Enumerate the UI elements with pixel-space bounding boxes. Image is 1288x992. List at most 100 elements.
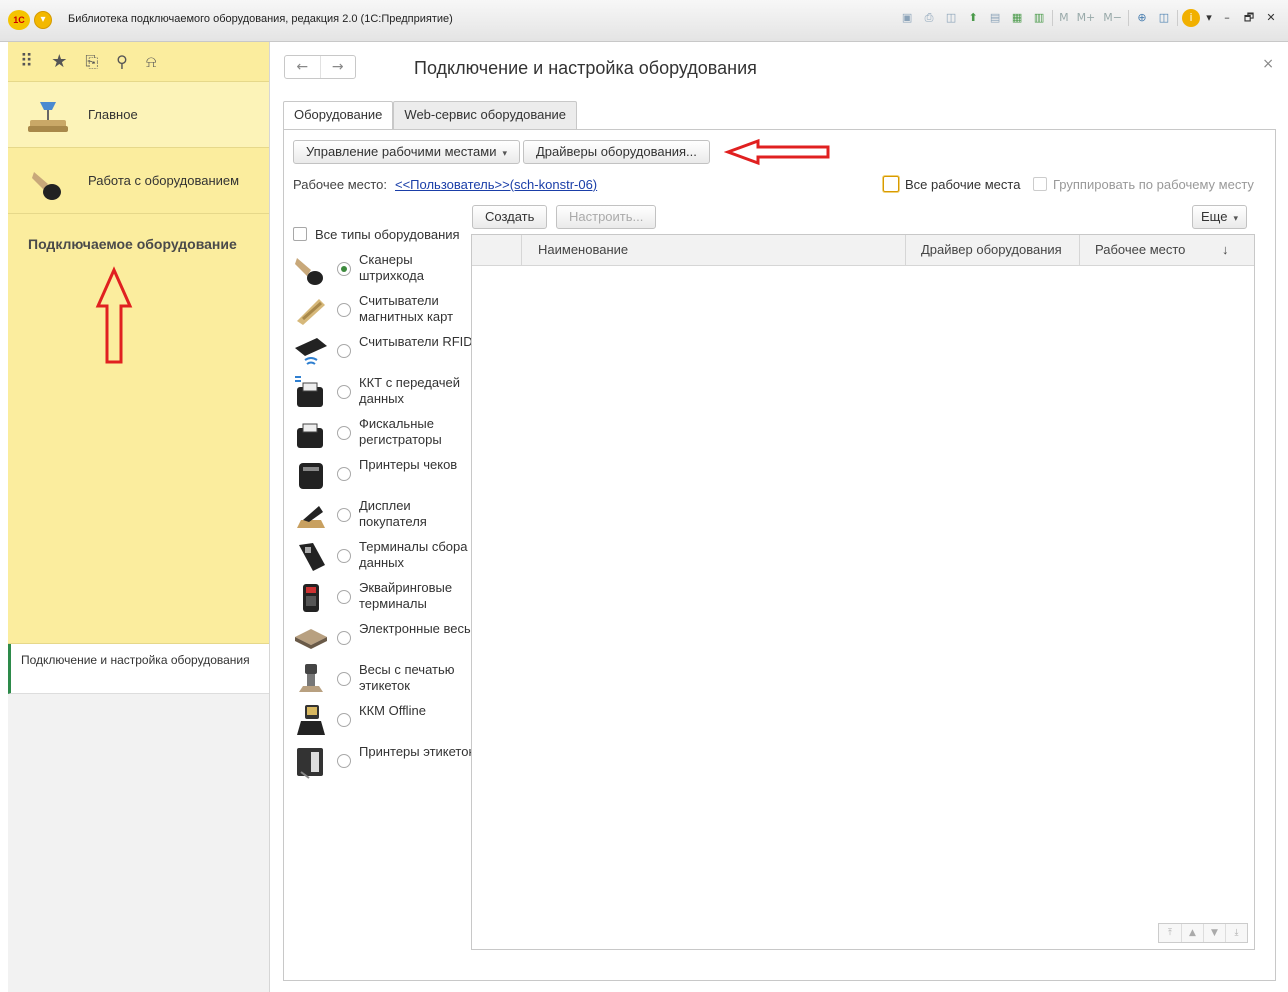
search-icon[interactable]: ⚲ <box>116 53 128 70</box>
scroll-top-icon[interactable]: ⤒ <box>1159 924 1181 942</box>
forward-arrow-icon[interactable]: → <box>319 56 356 78</box>
equipment-type-radio[interactable] <box>337 344 351 358</box>
equipment-type-label: Считыватели RFID <box>359 334 473 349</box>
main-menu-icon[interactable]: ▾ <box>34 11 52 29</box>
column-separator <box>521 235 522 265</box>
equipment-type-radio[interactable] <box>337 426 351 440</box>
apps-grid-icon[interactable]: ⠿ <box>20 52 33 71</box>
star-icon[interactable]: ★ <box>51 52 67 71</box>
all-workplaces-label[interactable]: Все рабочие места <box>905 177 1020 192</box>
toolbar-separator <box>1128 10 1129 26</box>
sort-arrow-icon[interactable]: ↓ <box>1222 235 1229 265</box>
close-icon[interactable]: ✕ <box>1262 9 1280 27</box>
tab-content: Управление рабочими местами ▾ Драйверы об… <box>283 129 1276 981</box>
info-icon[interactable]: i <box>1182 9 1200 27</box>
equipment-type-item[interactable]: Принтеры чеков <box>293 457 473 498</box>
equipment-type-item[interactable]: Принтеры этикеток <box>293 744 474 785</box>
equipment-table[interactable]: Наименование Драйвер оборудования Рабоче… <box>471 234 1255 950</box>
create-button[interactable]: Создать <box>472 205 548 229</box>
equipment-type-radio[interactable] <box>337 631 351 645</box>
workplace-link[interactable]: <<Пользователь>>(sch-konstr-06) <box>395 177 597 192</box>
tab-equipment[interactable]: Оборудование <box>283 101 394 130</box>
equipment-type-item[interactable]: Дисплеи покупателя <box>293 498 473 539</box>
equipment-type-item[interactable]: Терминалы сбора данных <box>293 539 473 580</box>
equipment-type-item[interactable]: Электронные весы <box>293 621 473 662</box>
group-by-workplace-label[interactable]: Группировать по рабочему месту <box>1053 177 1254 192</box>
all-types-label[interactable]: Все типы оборудования <box>315 227 460 242</box>
preview-icon[interactable]: ◫ <box>942 9 960 27</box>
group-by-workplace-checkbox[interactable] <box>1033 177 1047 191</box>
column-separator <box>1079 235 1080 265</box>
calculator-icon[interactable]: ▦ <box>1008 9 1026 27</box>
equipment-type-radio[interactable] <box>337 262 351 276</box>
label-printer-icon <box>297 748 323 779</box>
memory-add-button[interactable]: M+ <box>1075 9 1098 27</box>
memory-button[interactable]: M <box>1057 9 1071 27</box>
window-title: Библиотека подключаемого оборудования, р… <box>68 13 453 25</box>
printer-icon[interactable]: ▤ <box>986 9 1004 27</box>
equipment-type-item[interactable]: Сканеры штрихкода <box>293 252 473 293</box>
label-scale-icon <box>299 664 323 692</box>
magnetic-card-reader-icon <box>297 299 325 325</box>
close-form-icon[interactable]: × <box>1262 56 1274 72</box>
save-icon[interactable]: ▣ <box>898 9 916 27</box>
tab-web-service[interactable]: Web-сервис оборудование <box>393 101 578 129</box>
equipment-type-radio[interactable] <box>337 549 351 563</box>
back-arrow-icon[interactable]: ← <box>285 56 320 78</box>
restore-icon[interactable]: 🗗 <box>1240 9 1258 27</box>
equipment-type-item[interactable]: Весы с печатью этикеток <box>293 662 473 703</box>
equipment-type-label: Фискальные регистраторы <box>359 416 442 447</box>
equipment-type-radio[interactable] <box>337 385 351 399</box>
print-icon[interactable]: ⎙ <box>920 9 938 27</box>
sidebar-item-main[interactable]: Главное <box>8 82 269 148</box>
equipment-type-item[interactable]: Считыватели магнитных карт <box>293 293 473 334</box>
app-logo-icon[interactable]: 1С <box>8 10 30 30</box>
table-header: Наименование Драйвер оборудования Рабоче… <box>472 235 1254 266</box>
annotation-arrow-up <box>95 266 133 364</box>
scroll-down-icon[interactable]: ▼ <box>1203 924 1225 942</box>
sections-sidebar: ⠿ ★ ⎘ ⚲ ⍾ Главное Работа с оборудованием… <box>8 42 270 992</box>
memory-subtract-button[interactable]: M− <box>1101 9 1124 27</box>
all-workplaces-checkbox[interactable] <box>883 176 899 192</box>
equipment-type-radio[interactable] <box>337 303 351 317</box>
column-header-driver[interactable]: Драйвер оборудования <box>921 235 1062 265</box>
open-window-item[interactable]: Подключение и настройка оборудования <box>8 644 269 694</box>
calendar-icon[interactable]: ▥ <box>1030 9 1048 27</box>
equipment-type-label: Эквайринговые терминалы <box>359 580 453 611</box>
equipment-type-item[interactable]: ККМ Offline <box>293 703 473 744</box>
toolbar-separator <box>1052 10 1054 26</box>
more-button[interactable]: Еще ▾ <box>1192 205 1247 229</box>
equipment-type-item[interactable]: Эквайринговые терминалы <box>293 580 473 621</box>
receipt-printer-icon <box>299 463 323 489</box>
equipment-type-radio[interactable] <box>337 590 351 604</box>
column-header-workplace[interactable]: Рабочее место <box>1095 235 1185 265</box>
equipment-type-item[interactable]: Считыватели RFID <box>293 334 473 375</box>
zoom-icon[interactable]: ⊕ <box>1133 9 1151 27</box>
equipment-type-item[interactable]: Фискальные регистраторы <box>293 416 473 457</box>
minimize-icon[interactable]: – <box>1218 9 1236 27</box>
bell-icon[interactable]: ⍾ <box>146 53 157 70</box>
equipment-type-radio[interactable] <box>337 467 351 481</box>
upload-icon[interactable]: ⬆ <box>964 9 982 27</box>
equipment-type-radio[interactable] <box>337 508 351 522</box>
offline-register-icon <box>297 705 325 735</box>
equipment-type-item[interactable]: ККТ с передачей данных <box>293 375 473 416</box>
history-icon[interactable]: ⎘ <box>85 53 98 70</box>
section-panel-title[interactable]: Подключаемое оборудование <box>28 236 237 252</box>
equipment-type-radio[interactable] <box>337 754 351 768</box>
scroll-up-icon[interactable]: ▲ <box>1181 924 1203 942</box>
all-types-checkbox[interactable] <box>293 227 307 241</box>
column-header-name[interactable]: Наименование <box>538 235 628 265</box>
manage-workplaces-button[interactable]: Управление рабочими местами ▾ <box>293 140 521 164</box>
table-scroll-controls: ⤒ ▲ ▼ ⤓ <box>1158 923 1248 943</box>
equipment-type-radio[interactable] <box>337 672 351 686</box>
equipment-type-radio[interactable] <box>337 713 351 727</box>
drivers-button[interactable]: Драйверы оборудования... <box>523 140 710 164</box>
scroll-bottom-icon[interactable]: ⤓ <box>1225 924 1247 942</box>
sidebar-item-equipment[interactable]: Работа с оборудованием <box>8 148 269 214</box>
info-menu-chevron-icon[interactable]: ▾ <box>1204 9 1214 27</box>
panels-icon[interactable]: ◫ <box>1155 9 1173 27</box>
configure-button[interactable]: Настроить... <box>556 205 657 229</box>
sidebar-toolbar: ⠿ ★ ⎘ ⚲ ⍾ <box>8 42 269 82</box>
column-separator <box>905 235 906 265</box>
